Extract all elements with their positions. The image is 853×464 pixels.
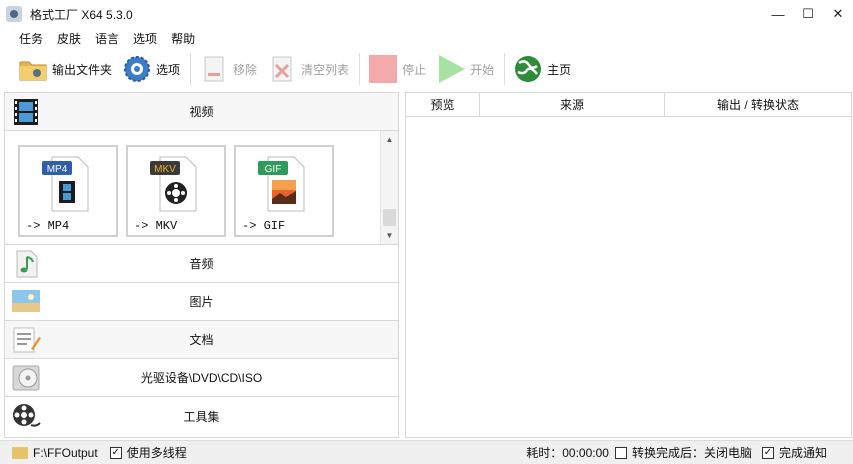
category-tools[interactable]: 工具集 xyxy=(5,397,398,435)
menu-skin[interactable]: 皮肤 xyxy=(50,30,88,47)
window-controls: — ☐ ✕ xyxy=(763,0,853,28)
notify-label: 完成通知 xyxy=(778,446,827,460)
category-audio[interactable]: 音频 xyxy=(5,245,398,283)
mp4-file-icon: MP4 xyxy=(42,156,89,212)
category-document[interactable]: 文档 xyxy=(5,321,398,359)
home-button[interactable]: 主页 xyxy=(509,51,575,87)
video-format-area: MP4 -> MP4 MKV -> MKV GIF -> GIF ▲ ▼ xyxy=(5,131,398,245)
output-path[interactable]: F:\FFOutput xyxy=(12,446,98,460)
title-bar: 格式工厂 X64 5.3.0 — ☐ ✕ xyxy=(0,0,853,28)
menu-options[interactable]: 选项 xyxy=(126,30,164,47)
remove-button[interactable]: 移除 xyxy=(195,51,261,87)
format-card-mp4[interactable]: MP4 -> MP4 xyxy=(18,145,118,237)
remove-icon xyxy=(204,56,224,82)
remove-label: 移除 xyxy=(233,62,258,77)
close-button[interactable]: ✕ xyxy=(823,0,853,28)
scroll-up-arrow[interactable]: ▲ xyxy=(381,131,398,148)
elapsed-time: 耗时：00:00:00 xyxy=(526,444,609,461)
category-image-label: 图片 xyxy=(189,295,214,309)
scroll-down-arrow[interactable]: ▼ xyxy=(381,227,398,244)
app-icon xyxy=(6,6,22,22)
category-audio-label: 音频 xyxy=(189,257,214,271)
notify-option[interactable]: ✓ 完成通知 xyxy=(761,444,827,461)
column-header-output-status[interactable]: 输出 / 转换状态 xyxy=(665,93,851,116)
minimize-button[interactable]: — xyxy=(763,0,793,28)
category-video-label: 视频 xyxy=(189,105,214,119)
home-label: 主页 xyxy=(547,62,572,77)
toolbar: 输出文件夹 选项 移除 清空列表 停止 开始 主页 xyxy=(0,48,853,90)
clear-list-label: 清空列表 xyxy=(301,62,350,77)
multithread-label: 使用多线程 xyxy=(126,446,187,460)
menu-language[interactable]: 语言 xyxy=(88,30,126,47)
category-panel: 视频 MP4 -> MP4 MKV -> MKV GIF -> GIF ▲ ▼ … xyxy=(4,92,399,438)
folder-icon xyxy=(19,61,47,81)
options-label: 选项 xyxy=(156,62,181,77)
mp4-badge: MP4 xyxy=(47,164,68,175)
start-label: 开始 xyxy=(470,62,495,77)
format-label-mkv: -> MKV xyxy=(134,219,178,233)
film-reel-icon xyxy=(13,404,41,427)
play-icon xyxy=(439,55,466,83)
category-document-label: 文档 xyxy=(189,333,214,347)
stop-button[interactable]: 停止 xyxy=(364,51,430,87)
after-done-label: 转换完成后：关闭电脑 xyxy=(631,446,752,460)
menu-task[interactable]: 任务 xyxy=(12,30,50,47)
gear-icon xyxy=(124,56,151,82)
multithread-checkbox[interactable]: ✓ xyxy=(109,446,122,459)
task-list-panel: 预览 来源 输出 / 转换状态 xyxy=(405,92,852,438)
document-icon xyxy=(13,327,41,353)
toolbar-divider xyxy=(504,53,506,85)
category-optical-label: 光驱设备\DVD\CD\ISO xyxy=(140,371,263,385)
menu-help[interactable]: 帮助 xyxy=(164,30,202,47)
menu-bar: 任务 皮肤 语言 选项 帮助 xyxy=(0,28,853,48)
category-optical[interactable]: 光驱设备\DVD\CD\ISO xyxy=(5,359,398,397)
after-done-checkbox[interactable] xyxy=(614,446,627,459)
folder-icon xyxy=(12,446,28,459)
output-folder-button[interactable]: 输出文件夹 xyxy=(14,51,116,87)
gif-badge: GIF xyxy=(265,164,282,175)
picture-icon xyxy=(12,290,40,312)
clear-list-icon xyxy=(272,56,292,82)
output-folder-label: 输出文件夹 xyxy=(52,62,113,77)
output-path-text: F:\FFOutput xyxy=(33,445,98,460)
globe-icon xyxy=(515,56,542,82)
stop-icon xyxy=(369,55,398,83)
start-button[interactable]: 开始 xyxy=(432,51,498,87)
options-button[interactable]: 选项 xyxy=(118,51,184,87)
category-tools-label: 工具集 xyxy=(183,409,220,424)
stop-label: 停止 xyxy=(402,62,427,77)
disc-icon xyxy=(12,365,40,391)
music-note-icon xyxy=(16,250,38,278)
category-video[interactable]: 视频 xyxy=(5,93,398,131)
after-done-option[interactable]: 转换完成后：关闭电脑 xyxy=(614,444,752,461)
category-image[interactable]: 图片 xyxy=(5,283,398,321)
notify-checkbox[interactable]: ✓ xyxy=(761,446,774,459)
status-bar: F:\FFOutput ✓ 使用多线程 耗时：00:00:00 转换完成后：关闭… xyxy=(0,440,853,464)
column-header-source[interactable]: 来源 xyxy=(480,93,665,116)
film-icon xyxy=(14,99,38,125)
mkv-file-icon: MKV xyxy=(150,156,197,212)
format-label-gif: -> GIF xyxy=(242,219,286,233)
window-title: 格式工厂 X64 5.3.0 xyxy=(30,7,133,22)
gif-file-icon: GIF xyxy=(258,156,305,212)
elapsed-time-text: 耗时：00:00:00 xyxy=(526,446,609,460)
maximize-button[interactable]: ☐ xyxy=(793,0,823,28)
format-card-mkv[interactable]: MKV -> MKV xyxy=(126,145,226,237)
toolbar-divider xyxy=(190,53,192,85)
format-card-gif[interactable]: GIF -> GIF xyxy=(234,145,334,237)
task-table-header: 预览 来源 输出 / 转换状态 xyxy=(406,93,851,117)
scroll-thumb[interactable] xyxy=(383,209,396,226)
clear-list-button[interactable]: 清空列表 xyxy=(263,51,353,87)
multithread-option[interactable]: ✓ 使用多线程 xyxy=(109,444,187,461)
mkv-badge: MKV xyxy=(154,164,176,175)
column-header-preview[interactable]: 预览 xyxy=(406,93,480,116)
format-label-mp4: -> MP4 xyxy=(26,219,70,233)
format-scrollbar[interactable]: ▲ ▼ xyxy=(380,131,398,244)
toolbar-divider xyxy=(359,53,361,85)
